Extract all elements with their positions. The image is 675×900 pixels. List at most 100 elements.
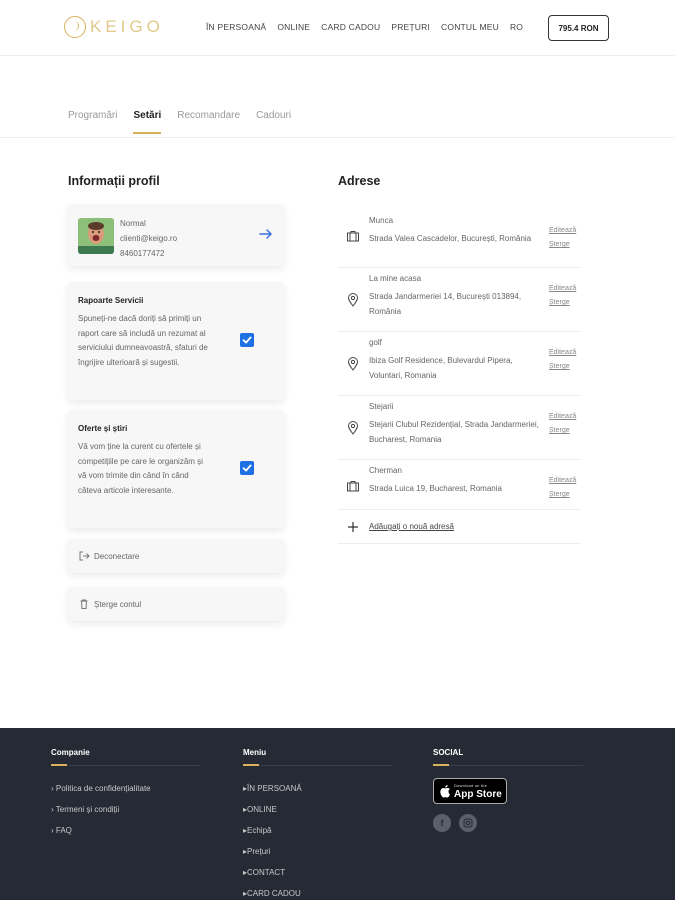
- address-name: Munca: [369, 216, 394, 225]
- account-tabs: Programări Setări Recomandare Cadouri: [68, 110, 291, 134]
- footer-link[interactable]: › Termeni și condiții: [51, 799, 201, 820]
- footer-link[interactable]: ▸Echipă: [243, 820, 393, 841]
- location-pin-icon: [347, 293, 359, 307]
- nav-online[interactable]: ONLINE: [277, 22, 310, 32]
- site-footer: Companie › Politica de confidențialitate…: [0, 728, 675, 900]
- profile-name: Normal: [120, 219, 146, 228]
- address-name: Cherman: [369, 466, 402, 475]
- footer-link[interactable]: › Politica de confidențialitate: [51, 778, 201, 799]
- delete-account-button[interactable]: Șterge contul: [68, 587, 284, 621]
- preference-card-reports: Rapoarte Servicii Spuneți-ne dacă doriți…: [68, 282, 284, 400]
- app-store-badge[interactable]: Download on the App Store: [433, 778, 507, 804]
- addresses-section-title: Adrese: [338, 174, 381, 188]
- plus-icon: [348, 521, 358, 532]
- address-item: Cherman Strada Luica 19, Bucharest, Roma…: [338, 460, 581, 510]
- edit-address-link[interactable]: Editează: [549, 224, 576, 238]
- profile-email: clienti@keigo.ro: [120, 234, 178, 243]
- delete-address-link[interactable]: Șterge: [549, 488, 576, 502]
- reports-checkbox[interactable]: [240, 333, 254, 347]
- delete-address-link[interactable]: Șterge: [549, 296, 576, 310]
- checkmark-icon: [242, 464, 252, 472]
- keigo-logo-mark-icon: [64, 16, 86, 38]
- add-address-label: Adăugați o nouă adresă: [369, 522, 454, 531]
- preference-card-offers: Oferte și știri Vă vom ține la curent cu…: [68, 410, 284, 528]
- offers-checkbox[interactable]: [240, 461, 254, 475]
- preference-title: Rapoarte Servicii: [78, 296, 144, 305]
- location-pin-icon: [347, 357, 359, 371]
- address-item: La mine acasa Strada Jandarmeriei 14, Bu…: [338, 268, 581, 332]
- edit-address-link[interactable]: Editează: [549, 410, 576, 424]
- footer-social-title: SOCIAL: [433, 748, 464, 757]
- profile-details: Normal clienti@keigo.ro 8460177472: [120, 216, 177, 261]
- keigo-logo[interactable]: KEIGO: [64, 14, 164, 40]
- address-text: Ibiza Golf Residence, Bulevardul Pipera,…: [369, 356, 513, 380]
- nav-card-cadou[interactable]: CARD CADOU: [321, 22, 380, 32]
- arrow-right-icon[interactable]: [258, 226, 274, 242]
- delete-account-label: Șterge contul: [94, 599, 142, 609]
- logo-text: KEIGO: [90, 17, 164, 36]
- trash-icon: [80, 599, 88, 609]
- footer-link[interactable]: ▸ONLINE: [243, 799, 393, 820]
- address-actions: Editează Șterge: [549, 224, 576, 252]
- footer-link[interactable]: › FAQ: [51, 820, 201, 841]
- logout-button[interactable]: Deconectare: [68, 539, 284, 573]
- address-text: Strada Luica 19, Bucharest, Romania: [369, 484, 502, 493]
- tabs-divider: [0, 137, 675, 138]
- footer-divider: [433, 764, 583, 766]
- nav-language[interactable]: RO: [510, 22, 523, 32]
- instagram-icon[interactable]: [459, 814, 477, 832]
- tab-programari[interactable]: Programări: [68, 110, 117, 134]
- tab-setari[interactable]: Setări: [133, 110, 162, 134]
- nav-contul-meu[interactable]: CONTUL MEU: [441, 22, 499, 32]
- footer-social-column: SOCIAL Download on the App Store f: [433, 748, 583, 832]
- address-name: Stejarii: [369, 402, 394, 411]
- footer-link[interactable]: ▸CARD CADOU: [243, 883, 393, 900]
- facebook-icon[interactable]: f: [433, 814, 451, 832]
- avatar: [78, 218, 114, 254]
- address-item: Stejarii Stejarii Clubul Rezidențial, St…: [338, 396, 581, 460]
- address-item: golf Ibiza Golf Residence, Bulevardul Pi…: [338, 332, 581, 396]
- footer-divider: [51, 764, 201, 766]
- tab-recomandare[interactable]: Recomandare: [177, 110, 240, 134]
- preference-description: Vă vom ține la curent cu ofertele și com…: [78, 442, 203, 495]
- delete-address-link[interactable]: Șterge: [549, 238, 576, 252]
- preference-title: Oferte și știri: [78, 424, 128, 433]
- briefcase-icon: [347, 481, 359, 492]
- logout-icon: [79, 551, 90, 561]
- add-address-button[interactable]: Adăugați o nouă adresă: [338, 510, 581, 544]
- apple-icon: [440, 785, 450, 798]
- location-pin-icon: [347, 421, 359, 435]
- footer-divider: [243, 764, 393, 766]
- social-links: f: [433, 814, 583, 832]
- footer-link[interactable]: ▸ÎN PERSOANĂ: [243, 778, 393, 799]
- delete-address-link[interactable]: Șterge: [549, 424, 576, 438]
- footer-menu-title: Meniu: [243, 748, 267, 757]
- address-actions: Editează Șterge: [549, 282, 576, 310]
- edit-address-link[interactable]: Editează: [549, 474, 576, 488]
- preference-description: Spuneți-ne dacă doriți să primiți un rap…: [78, 314, 208, 367]
- footer-link[interactable]: ▸CONTACT: [243, 862, 393, 883]
- profile-card[interactable]: Normal clienti@keigo.ro 8460177472: [68, 204, 284, 266]
- address-text: Stejarii Clubul Rezidențial, Strada Jand…: [369, 420, 539, 444]
- app-store-small-text: Download on the: [454, 783, 488, 788]
- tab-cadouri[interactable]: Cadouri: [256, 110, 291, 134]
- site-header: KEIGO ÎN PERSOANĂ ONLINE CARD CADOU PREȚ…: [0, 0, 675, 56]
- app-store-big-text: App Store: [454, 789, 502, 800]
- address-name: golf: [369, 338, 382, 347]
- address-text: Strada Jandarmeriei 14, București 013894…: [369, 292, 522, 316]
- nav-in-persoana[interactable]: ÎN PERSOANĂ: [206, 22, 266, 32]
- nav-preturi[interactable]: PREȚURI: [391, 22, 430, 32]
- logout-label: Deconectare: [94, 551, 140, 561]
- footer-company-column: Companie › Politica de confidențialitate…: [51, 748, 201, 841]
- address-text: Strada Valea Cascadelor, București, Româ…: [369, 234, 532, 243]
- footer-company-title: Companie: [51, 748, 90, 757]
- address-actions: Editează Șterge: [549, 346, 576, 374]
- profile-section-title: Informații profil: [68, 174, 160, 188]
- footer-link[interactable]: ▸Prețuri: [243, 841, 393, 862]
- edit-address-link[interactable]: Editează: [549, 346, 576, 360]
- address-name: La mine acasa: [369, 274, 422, 283]
- delete-address-link[interactable]: Șterge: [549, 360, 576, 374]
- edit-address-link[interactable]: Editează: [549, 282, 576, 296]
- balance-button[interactable]: 795.4 RON: [548, 15, 609, 41]
- footer-menu-column: Meniu ▸ÎN PERSOANĂ ▸ONLINE ▸Echipă ▸Preț…: [243, 748, 393, 900]
